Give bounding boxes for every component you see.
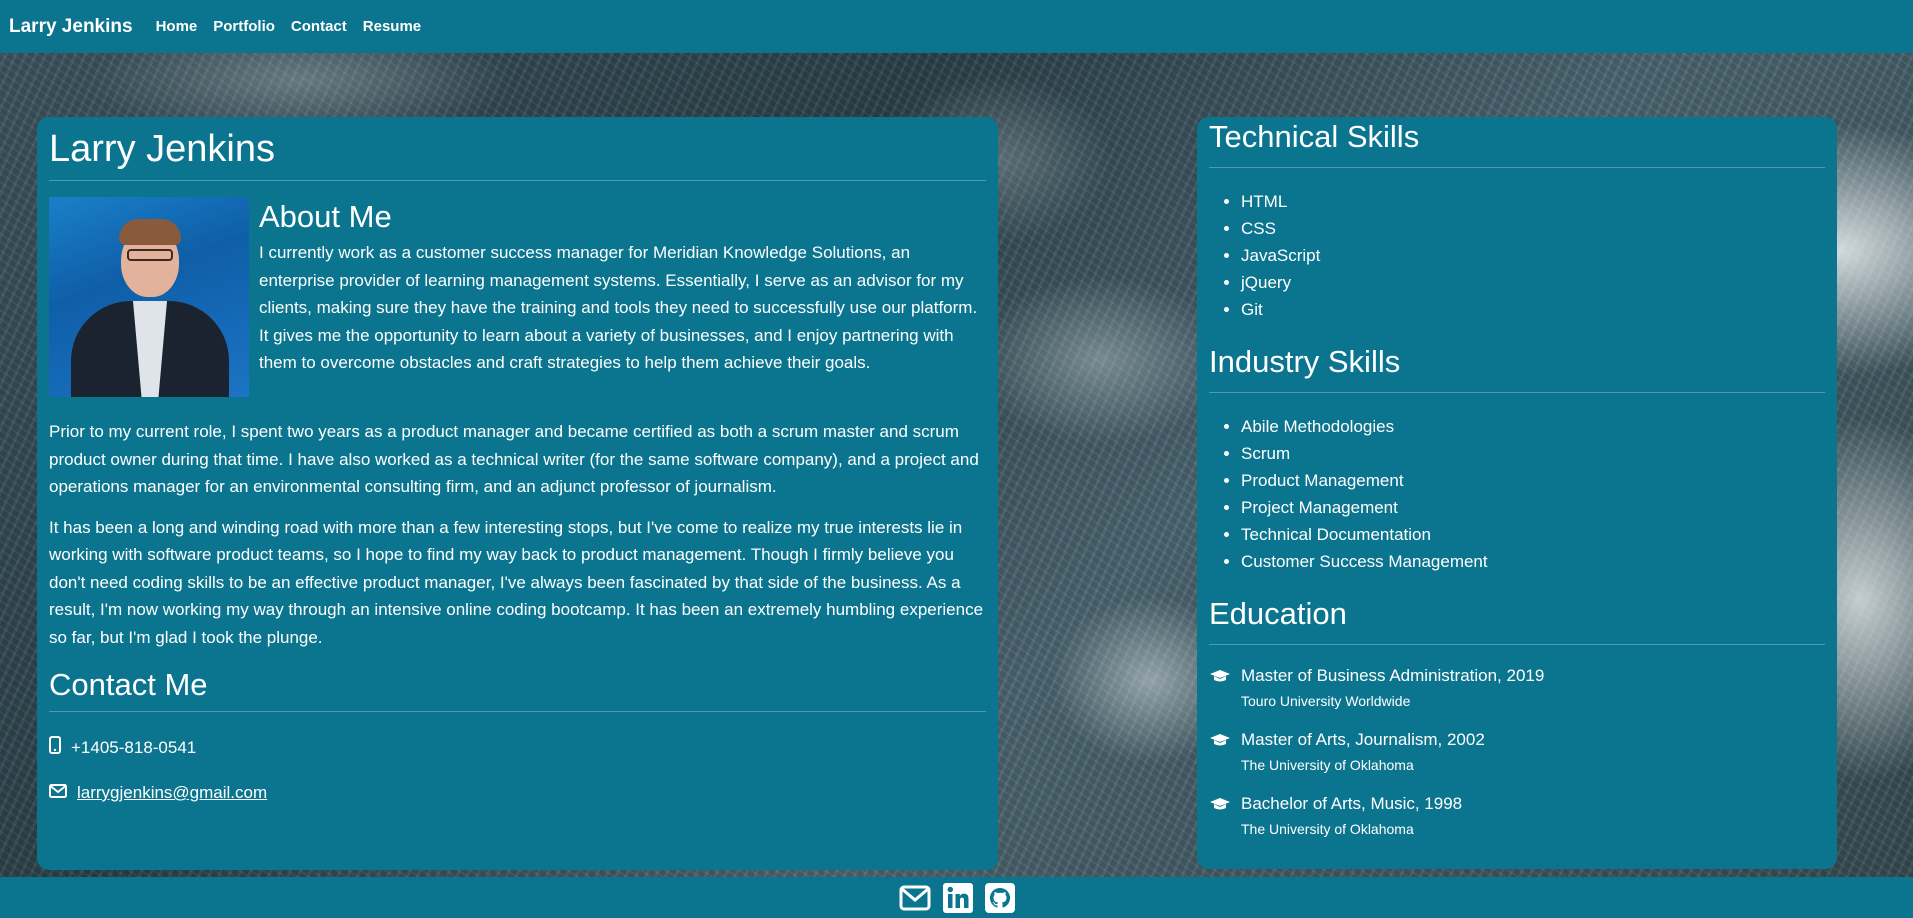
education-school: The University of Oklahoma bbox=[1241, 821, 1414, 837]
about-paragraph-2: Prior to my current role, I spent two ye… bbox=[49, 422, 979, 496]
list-item: JavaScript bbox=[1241, 242, 1825, 269]
education-school: The University of Oklahoma bbox=[1241, 757, 1414, 773]
list-item: Abile Methodologies bbox=[1241, 413, 1825, 440]
contact-email: larrygjenkins@gmail.com bbox=[49, 783, 986, 803]
list-item: CSS bbox=[1241, 215, 1825, 242]
profile-photo bbox=[49, 197, 249, 397]
contact-title: Contact Me bbox=[49, 667, 208, 702]
industry-skills-list: Abile Methodologies Scrum Product Manage… bbox=[1209, 413, 1825, 575]
github-icon[interactable] bbox=[984, 882, 1015, 913]
education-item: Master of Arts, Journalism, 2002 The Uni… bbox=[1209, 729, 1825, 773]
contact-phone: +1405-818-0541 bbox=[49, 736, 986, 759]
about-paragraph-3: It has been a long and winding road with… bbox=[49, 517, 984, 647]
list-item: Git bbox=[1241, 296, 1825, 323]
education-degree: Master of Business Administration, 2019 bbox=[1241, 666, 1545, 685]
nav-link-contact[interactable]: Contact bbox=[291, 18, 347, 35]
envelope-icon bbox=[49, 783, 77, 803]
education-degree: Bachelor of Arts, Music, 1998 bbox=[1241, 794, 1463, 813]
about-card: Larry Jenkins About Me I currently work … bbox=[37, 117, 998, 870]
envelope-icon[interactable] bbox=[899, 885, 931, 911]
phone-number: +1405-818-0541 bbox=[71, 737, 197, 757]
about-section: About Me I currently work as a customer … bbox=[49, 197, 986, 651]
nav-link-portfolio[interactable]: Portfolio bbox=[213, 18, 275, 35]
graduation-cap-icon bbox=[1209, 793, 1241, 837]
graduation-cap-icon bbox=[1209, 665, 1241, 709]
divider bbox=[49, 180, 986, 181]
email-link[interactable]: larrygjenkins@gmail.com bbox=[77, 783, 267, 803]
technical-skills-title: Technical Skills bbox=[1209, 119, 1420, 154]
technical-skills-list: HTML CSS JavaScript jQuery Git bbox=[1209, 188, 1825, 323]
list-item: Scrum bbox=[1241, 440, 1825, 467]
list-item: jQuery bbox=[1241, 269, 1825, 296]
education-item: Master of Business Administration, 2019 … bbox=[1209, 665, 1825, 709]
education-item: Bachelor of Arts, Music, 1998 The Univer… bbox=[1209, 793, 1825, 837]
industry-skills-title: Industry Skills bbox=[1209, 344, 1401, 379]
graduation-cap-icon bbox=[1209, 729, 1241, 773]
brand-link[interactable]: Larry Jenkins bbox=[9, 16, 133, 38]
nav-link-resume[interactable]: Resume bbox=[363, 18, 421, 35]
divider bbox=[1209, 167, 1825, 168]
mobile-phone-icon bbox=[49, 736, 71, 759]
list-item: Product Management bbox=[1241, 467, 1825, 494]
footer bbox=[0, 877, 1913, 918]
education-title: Education bbox=[1209, 596, 1347, 631]
list-item: Project Management bbox=[1241, 494, 1825, 521]
navbar: Larry Jenkins Home Portfolio Contact Res… bbox=[0, 0, 1913, 53]
divider bbox=[1209, 644, 1825, 645]
skills-card: Technical Skills HTML CSS JavaScript jQu… bbox=[1197, 117, 1837, 869]
divider bbox=[49, 711, 986, 712]
education-degree: Master of Arts, Journalism, 2002 bbox=[1241, 730, 1485, 749]
list-item: Technical Documentation bbox=[1241, 521, 1825, 548]
nav-link-home[interactable]: Home bbox=[156, 18, 198, 35]
list-item: HTML bbox=[1241, 188, 1825, 215]
linkedin-icon[interactable] bbox=[942, 882, 973, 913]
divider bbox=[1209, 392, 1825, 393]
education-school: Touro University Worldwide bbox=[1241, 693, 1411, 709]
list-item: Customer Success Management bbox=[1241, 548, 1825, 575]
page-title: Larry Jenkins bbox=[49, 128, 275, 170]
